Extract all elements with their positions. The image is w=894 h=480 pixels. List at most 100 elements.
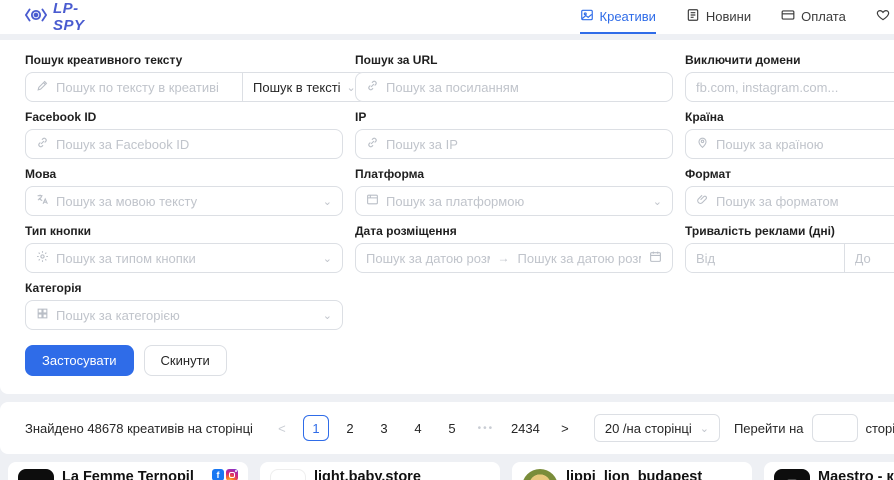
duration-from-input[interactable]: [686, 244, 844, 272]
pagination-ellipsis[interactable]: •••: [473, 415, 499, 441]
duration-to-input[interactable]: [845, 244, 894, 272]
results-summary: Знайдено 48678 креативів на сторінці: [25, 421, 253, 436]
page: LP-SPY Креативи Новини Оплата Мої креати…: [0, 0, 894, 480]
field-placement-date: Дата розміщення →: [355, 224, 673, 273]
country-input[interactable]: [716, 137, 894, 152]
avatar: LA FEMME: [18, 469, 54, 480]
calendar-icon: [649, 250, 662, 266]
ip-input[interactable]: [386, 137, 662, 152]
language-input[interactable]: [56, 194, 316, 209]
nav-my-creatives[interactable]: Мої креативи: [876, 0, 894, 34]
language-label: Мова: [25, 167, 343, 181]
nav-payment[interactable]: Оплата: [781, 0, 846, 34]
field-platform: Платформа ⌄: [355, 167, 673, 216]
credit-card-icon: [781, 8, 795, 25]
paperclip-icon: [696, 193, 709, 209]
page-3-button[interactable]: 3: [371, 415, 397, 441]
goto-suffix: сторінку: [866, 421, 894, 436]
browser-icon: [366, 193, 379, 209]
ip-label: IP: [355, 110, 673, 124]
nav-creatives[interactable]: Креативи: [580, 0, 656, 34]
category-label: Категорія: [25, 281, 343, 295]
location-pin-icon: [696, 136, 709, 152]
field-exclude-domains: Виключити домени: [685, 53, 894, 102]
creative-text-control: [25, 72, 243, 102]
goto-prefix: Перейти на: [734, 421, 804, 436]
url-input[interactable]: [386, 80, 662, 95]
chevron-down-icon: ⌄: [323, 195, 332, 208]
field-creative-text: Пошук креативного тексту Пошук в тексті …: [25, 53, 343, 102]
results-bar: Знайдено 48678 креативів на сторінці < 1…: [0, 402, 894, 454]
next-page-button[interactable]: >: [552, 415, 578, 441]
page-size-select[interactable]: 20 /на сторінці ⌄: [594, 414, 720, 442]
facebook-id-input[interactable]: [56, 137, 332, 152]
instagram-icon: [226, 469, 238, 480]
format-label: Формат: [685, 167, 894, 181]
page-4-button[interactable]: 4: [405, 415, 431, 441]
page-1-button[interactable]: 1: [303, 415, 329, 441]
creative-card[interactable]: Maestro - кухні, меблі на замовлення в У…: [764, 462, 894, 480]
avatar: [774, 469, 810, 480]
chevron-down-icon: ⌄: [323, 309, 332, 322]
news-icon: [686, 8, 700, 25]
placement-date-label: Дата розміщення: [355, 224, 673, 238]
gear-icon: [36, 250, 49, 266]
facebook-icon: f: [212, 469, 224, 480]
creative-card[interactable]: LIGHT.BABY STORE light.baby.store 2025-1…: [260, 462, 500, 480]
eye-logo-icon: [25, 7, 47, 27]
link-icon: [366, 136, 379, 152]
exclude-domains-label: Виключити домени: [685, 53, 894, 67]
translate-icon: [36, 193, 49, 209]
button-type-input[interactable]: [56, 251, 316, 266]
format-input[interactable]: [716, 194, 894, 209]
field-format: Формат ⌄: [685, 167, 894, 216]
prev-page-button[interactable]: <: [269, 415, 295, 441]
field-facebook-id: Facebook ID: [25, 110, 343, 159]
grid-icon: [36, 307, 49, 323]
link-icon: [36, 136, 49, 152]
avatar: LIGHT.BABY STORE: [270, 469, 306, 480]
creative-card[interactable]: LA FEMME La Femme Ternopil 2025-11-20 21…: [8, 462, 248, 480]
heart-icon: [876, 8, 890, 25]
chevron-down-icon: ⌄: [653, 195, 662, 208]
card-title: light.baby.store: [314, 469, 482, 480]
link-icon: [366, 79, 379, 95]
facebook-id-label: Facebook ID: [25, 110, 343, 124]
exclude-domains-input[interactable]: [696, 80, 894, 95]
url-label: Пошук за URL: [355, 53, 673, 67]
duration-label: Тривалість реклами (дні): [685, 224, 894, 238]
field-language: Мова ⌄: [25, 167, 343, 216]
date-from-input[interactable]: [366, 251, 490, 266]
button-type-label: Тип кнопки: [25, 224, 343, 238]
creative-text-input[interactable]: [56, 80, 232, 95]
nav-news[interactable]: Новини: [686, 0, 751, 34]
chevron-down-icon: ⌄: [700, 422, 709, 435]
pagination: < 1 2 3 4 5 ••• 2434 >: [269, 415, 578, 441]
goto-page-input[interactable]: [812, 414, 858, 442]
last-page-button[interactable]: 2434: [507, 415, 544, 441]
apply-button[interactable]: Застосувати: [25, 345, 134, 376]
category-input[interactable]: [56, 308, 316, 323]
card-title: lippi_lion_budapest: [566, 469, 734, 480]
goto-page: Перейти на сторінку: [734, 414, 894, 442]
page-5-button[interactable]: 5: [439, 415, 465, 441]
field-duration: Тривалість реклами (дні): [685, 224, 894, 273]
page-2-button[interactable]: 2: [337, 415, 363, 441]
arrow-right-icon: →: [498, 251, 510, 265]
platform-label: Платформа: [355, 167, 673, 181]
logo[interactable]: LP-SPY: [25, 0, 85, 34]
creative-card[interactable]: lippi_lion_budapest 2025-11-20 21:02:03 …: [512, 462, 752, 480]
platform-input[interactable]: [386, 194, 646, 209]
text-search-mode-select[interactable]: Пошук в тексті ⌄: [242, 72, 367, 102]
top-header: LP-SPY Креативи Новини Оплата Мої креати…: [0, 0, 894, 34]
field-url: Пошук за URL: [355, 53, 673, 102]
date-to-input[interactable]: [518, 251, 642, 266]
field-ip: IP: [355, 110, 673, 159]
filter-panel: Пошук креативного тексту Пошук в тексті …: [0, 40, 894, 394]
network-icons: f: [212, 469, 238, 480]
chevron-down-icon: ⌄: [323, 252, 332, 265]
avatar: [522, 469, 558, 480]
reset-button[interactable]: Скинути: [144, 345, 227, 376]
country-label: Країна: [685, 110, 894, 124]
field-country: Країна: [685, 110, 894, 159]
